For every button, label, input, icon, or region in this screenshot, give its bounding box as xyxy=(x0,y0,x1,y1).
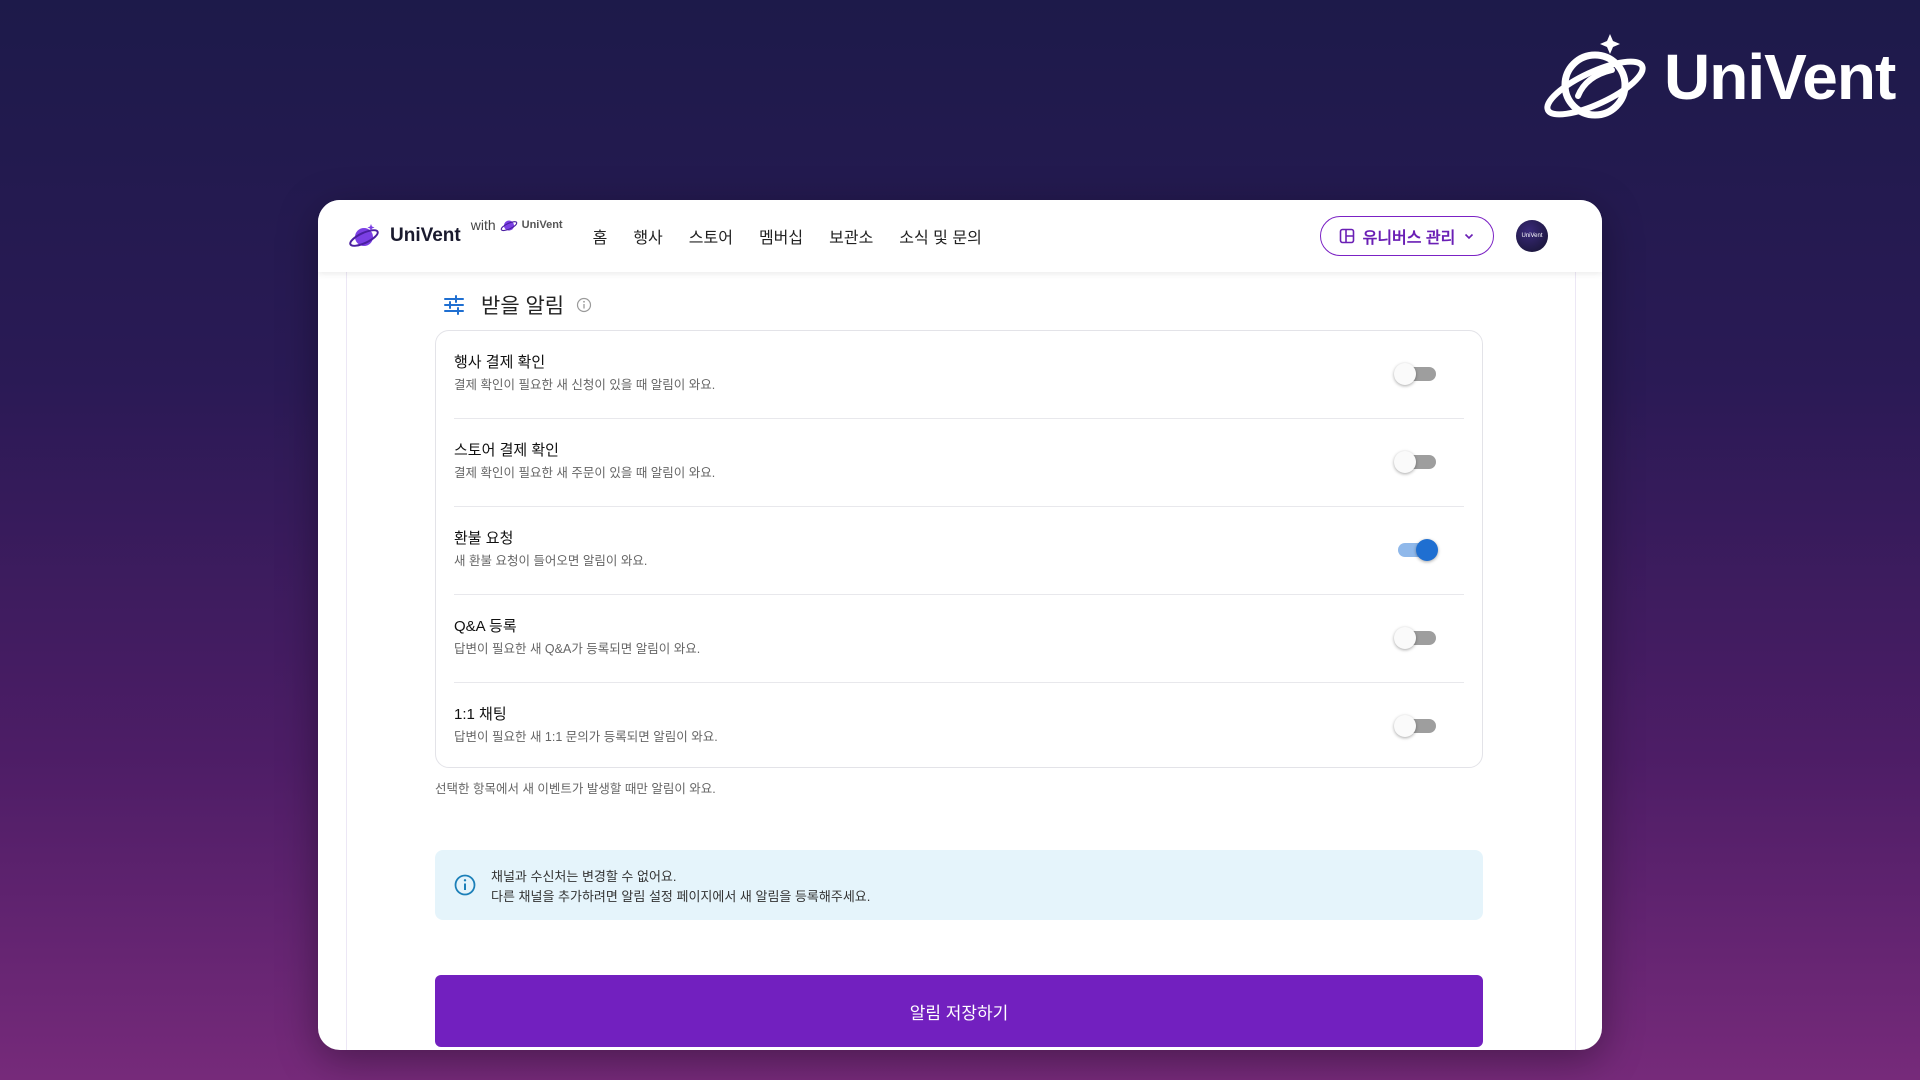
save-notifications-button[interactable]: 알림 저장하기 xyxy=(435,975,1483,1047)
nav-item-news-inquiry[interactable]: 소식 및 문의 xyxy=(899,224,982,248)
item-description: 답변이 필요한 새 1:1 문의가 등록되면 알림이 와요. xyxy=(454,730,718,744)
avatar-text: UniVent xyxy=(1521,233,1543,239)
item-label: 1:1 채팅 xyxy=(454,706,507,723)
helper-text: 선택한 항목에서 새 이벤트가 발생할 때만 알림이 와요. xyxy=(435,782,716,796)
toggle-refund-request[interactable] xyxy=(1394,537,1438,561)
avatar[interactable]: UniVent xyxy=(1516,220,1548,252)
sliders-icon xyxy=(444,295,464,315)
univent-logo-icon xyxy=(349,224,379,247)
list-item: 1:1 채팅 답변이 필요한 새 1:1 문의가 등록되면 알림이 와요. xyxy=(454,683,1464,767)
item-description: 새 환불 요청이 들어오면 알림이 와요. xyxy=(454,554,648,568)
univent-mini-icon xyxy=(500,220,517,232)
chevron-down-icon xyxy=(1465,233,1474,240)
nav-item-store[interactable]: 스토어 xyxy=(689,224,733,248)
nav-item-events[interactable]: 행사 xyxy=(633,224,662,248)
universe-manage-label: 유니버스 관리 xyxy=(1362,230,1456,247)
info-icon[interactable] xyxy=(576,297,592,313)
notice-line-2: 다른 채널을 추가하려면 알림 설정 페이지에서 새 알림을 등록해주세요. xyxy=(491,889,871,904)
list-item: 스토어 결제 확인 결제 확인이 필요한 새 주문이 있을 때 알림이 와요. xyxy=(454,419,1464,507)
brand-name: UniVent xyxy=(1664,41,1896,113)
nav-item-archive[interactable]: 보관소 xyxy=(829,224,873,248)
item-description: 결제 확인이 필요한 새 신청이 있을 때 알림이 와요. xyxy=(454,378,716,392)
section-title: 받을 알림 xyxy=(481,295,565,318)
nav-item-home[interactable]: 홈 xyxy=(593,224,608,248)
nav-item-membership[interactable]: 멤버십 xyxy=(759,224,803,248)
notification-list-card: 행사 결제 확인 결제 확인이 필요한 새 신청이 있을 때 알림이 와요. 스… xyxy=(435,330,1483,768)
toggle-event-payment[interactable] xyxy=(1394,361,1436,385)
toggle-one-on-one-chat[interactable] xyxy=(1394,713,1436,737)
with-label: with xyxy=(470,217,496,233)
list-item: 행사 결제 확인 결제 확인이 필요한 새 신청이 있을 때 알림이 와요. xyxy=(454,331,1464,419)
notice-line-1: 채널과 수신처는 변경할 수 없어요. xyxy=(491,869,677,884)
universe-manage-button[interactable]: 유니버스 관리 xyxy=(1320,216,1494,256)
planet-logo-icon xyxy=(1544,34,1646,119)
item-label: 환불 요청 xyxy=(454,530,514,547)
item-label: 스토어 결제 확인 xyxy=(454,442,559,459)
toggle-store-payment[interactable] xyxy=(1394,449,1436,473)
item-label: Q&A 등록 xyxy=(454,618,517,635)
section-header: 받을 알림 xyxy=(443,290,592,320)
with-univent-badge: with UniVent xyxy=(471,217,563,233)
header-logo-text: UniVent xyxy=(390,225,461,246)
item-label: 행사 결제 확인 xyxy=(454,354,546,371)
toggle-qna[interactable] xyxy=(1394,625,1436,649)
item-description: 결제 확인이 필요한 새 주문이 있을 때 알림이 와요. xyxy=(454,466,716,480)
list-item: 환불 요청 새 환불 요청이 들어오면 알림이 와요. xyxy=(454,507,1464,595)
layout-icon xyxy=(1339,228,1354,244)
info-notice: 채널과 수신처는 변경할 수 없어요. 다른 채널을 추가하려면 알림 설정 페… xyxy=(435,850,1483,920)
main-content: 받을 알림 행사 결제 확인 결제 확인이 필요한 새 신청이 있을 때 알림이… xyxy=(346,272,1576,1050)
info-circle-icon xyxy=(454,874,476,896)
header-logo[interactable]: UniVent xyxy=(348,222,461,250)
list-item: Q&A 등록 답변이 필요한 새 Q&A가 등록되면 알림이 와요. xyxy=(454,595,1464,683)
brand-logo: UniVent xyxy=(1540,30,1896,124)
top-navigation-bar: UniVent with UniVent 홈 행사 스토어 멤버십 보관소 소식… xyxy=(318,200,1602,272)
main-nav: 홈 행사 스토어 멤버십 보관소 소식 및 문의 xyxy=(593,224,982,248)
item-description: 답변이 필요한 새 Q&A가 등록되면 알림이 와요. xyxy=(454,642,701,656)
app-window: UniVent with UniVent 홈 행사 스토어 멤버십 보관소 소식… xyxy=(318,200,1602,1050)
with-brand: UniVent xyxy=(521,219,563,231)
